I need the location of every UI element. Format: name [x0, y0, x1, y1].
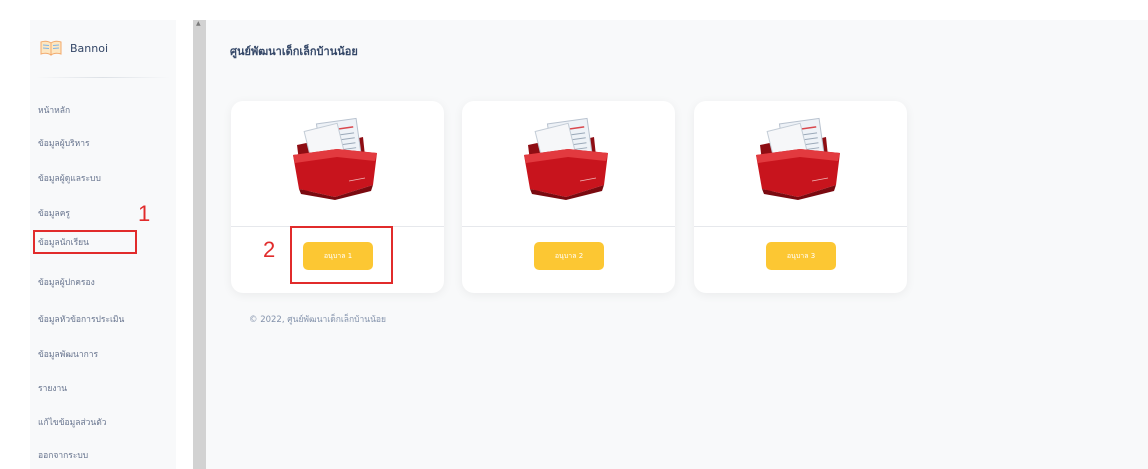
red-folder-icon — [293, 117, 377, 200]
brand-name: Bannoi — [70, 41, 109, 55]
sidebar-item-students[interactable]: ข้อมูลนักเรียน — [33, 230, 137, 254]
card-divider — [694, 226, 907, 227]
step-1-annotation: 1 — [138, 201, 151, 226]
sidebar-item-assessment-topics[interactable]: ข้อมูลหัวข้อการประเมิน — [35, 309, 135, 329]
sidebar: Bannoi หน้าหลัก ข้อมูลผู้บริหาร ข้อมูลผู… — [30, 20, 176, 469]
red-folder-icon — [756, 117, 840, 200]
red-folder-icon — [524, 117, 608, 200]
sidebar-item-development[interactable]: ข้อมูลพัฒนาการ — [35, 344, 135, 364]
open-book-icon — [40, 40, 62, 56]
sidebar-scrollbar[interactable]: ▲ — [193, 20, 206, 469]
sidebar-item-reports[interactable]: รายงาน — [35, 378, 135, 398]
class-card: อนุบาล 3 — [694, 101, 907, 293]
sidebar-item-administrators[interactable]: ข้อมูลผู้บริหาร — [35, 133, 135, 153]
brand-link[interactable]: Bannoi — [40, 40, 108, 56]
sidebar-item-teachers[interactable]: ข้อมูลครู — [35, 203, 135, 223]
sidebar-item-home[interactable]: หน้าหลัก — [35, 100, 135, 120]
sidebar-item-system-admins[interactable]: ข้อมูลผู้ดูแลระบบ — [35, 168, 135, 188]
kindergarten-3-button[interactable]: อนุบาล 3 — [766, 242, 836, 270]
sidebar-item-edit-profile[interactable]: แก้ไขข้อมูลส่วนตัว — [35, 412, 135, 432]
kindergarten-2-button[interactable]: อนุบาล 2 — [534, 242, 604, 270]
step-2-annotation: 2 — [263, 237, 276, 262]
sidebar-item-parents[interactable]: ข้อมูลผู้ปกครอง — [35, 272, 135, 292]
sidebar-item-logout[interactable]: ออกจากระบบ — [35, 445, 135, 465]
button-highlight-box — [290, 226, 393, 284]
sidebar-divider — [36, 77, 170, 78]
class-card: อนุบาล 2 — [462, 101, 675, 293]
footer-copyright: © 2022, ศูนย์พัฒนาเด็กเล็กบ้านน้อย — [249, 315, 386, 325]
scroll-up-arrow-icon[interactable]: ▲ — [196, 21, 201, 27]
card-divider — [462, 226, 675, 227]
page-title: ศูนย์พัฒนาเด็กเล็กบ้านน้อย — [230, 45, 358, 58]
